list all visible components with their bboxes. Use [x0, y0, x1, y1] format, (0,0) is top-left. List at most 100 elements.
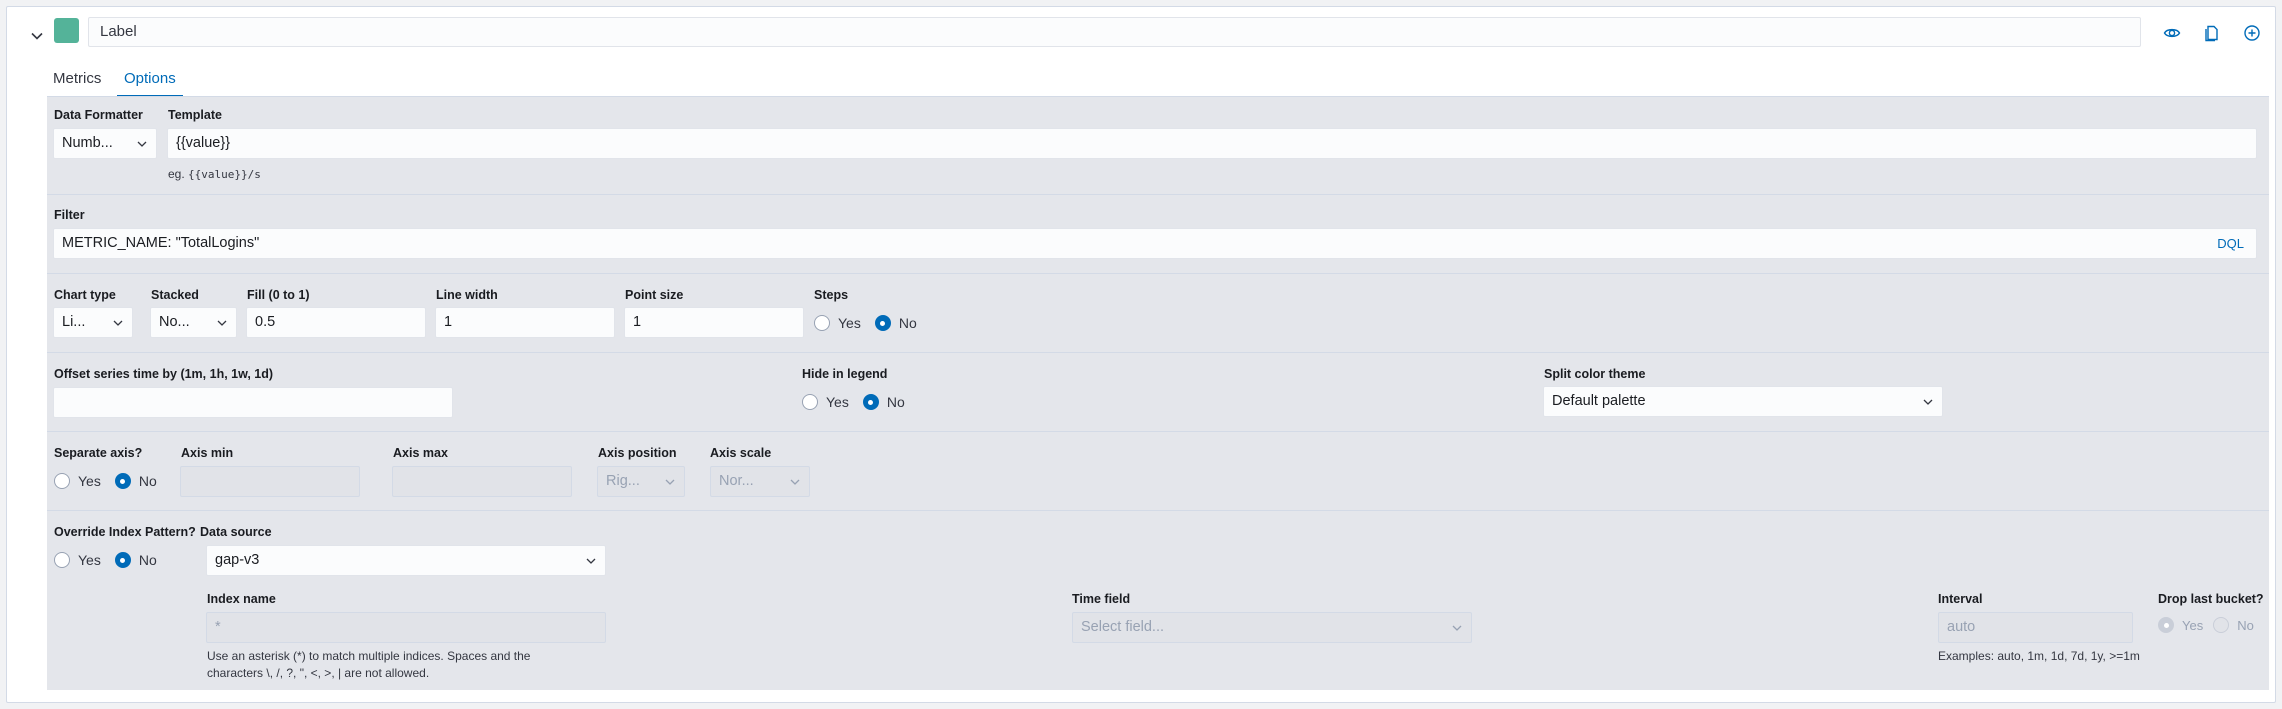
separate-axis-no-option[interactable]: No [114, 473, 157, 489]
collapse-toggle-button[interactable] [21, 20, 53, 52]
radio-button[interactable] [874, 315, 891, 331]
split-color-select[interactable]: Default palette [1543, 386, 1943, 417]
radio-button[interactable] [2158, 617, 2174, 633]
hide-legend-no-label: No [886, 394, 905, 410]
toggle-visibility-button[interactable] [2159, 20, 2185, 46]
interval-input[interactable]: auto [1938, 612, 2133, 643]
tab-metrics[interactable]: Metrics [53, 63, 101, 97]
series-panel: Label Metrics Options Data Formatter Num… [6, 6, 2276, 703]
chart-type-value: Li... [62, 314, 86, 330]
data-source-value: gap-v3 [215, 552, 260, 568]
hide-legend-yes-option[interactable]: Yes [802, 394, 849, 410]
hide-legend-yes-label: Yes [826, 394, 849, 410]
steps-yes-option[interactable]: Yes [814, 315, 861, 331]
axis-position-value: Rig... [606, 473, 640, 489]
radio-button[interactable] [802, 394, 818, 410]
axis-min-input[interactable] [180, 466, 360, 497]
radio-button[interactable] [54, 552, 70, 568]
section-divider [47, 273, 2269, 274]
axis-max-label: Axis max [393, 446, 448, 460]
steps-no-label: No [898, 315, 917, 331]
filter-query-input[interactable]: METRIC_NAME: "TotalLogins" DQL [53, 228, 2257, 259]
radio-button[interactable] [114, 473, 131, 489]
template-help-prefix: eg. [168, 167, 185, 181]
drop-last-bucket-no-option[interactable]: No [2213, 617, 2254, 633]
steps-no-option[interactable]: No [874, 315, 917, 331]
fill-input[interactable]: 0.5 [246, 307, 426, 338]
stacked-value: No... [159, 314, 190, 330]
options-content: Data Formatter Numb... Template {{value}… [47, 97, 2269, 690]
separate-axis-radio-group: Yes No [54, 471, 171, 491]
override-index-yes-label: Yes [78, 552, 101, 568]
axis-position-select[interactable]: Rig... [597, 466, 685, 497]
series-label-input[interactable]: Label [88, 17, 2141, 47]
data-formatter-value: Numb... [62, 135, 113, 151]
offset-label: Offset series time by (1m, 1h, 1w, 1d) [54, 367, 274, 381]
axis-max-input[interactable] [392, 466, 572, 497]
add-icon [2244, 25, 2260, 41]
interval-help: Examples: auto, 1m, 1d, 7d, 1y, >=1m [1938, 649, 2140, 663]
interval-label: Interval [1938, 592, 1983, 606]
fill-label: Fill (0 to 1) [247, 288, 310, 302]
hide-legend-label: Hide in legend [802, 367, 888, 381]
hide-legend-no-option[interactable]: No [862, 394, 905, 410]
add-series-button[interactable] [2239, 20, 2265, 46]
chevron-down-icon [1452, 625, 1462, 631]
axis-scale-select[interactable]: Nor... [710, 466, 810, 497]
point-size-input[interactable]: 1 [624, 307, 804, 338]
steps-label: Steps [814, 288, 849, 302]
chevron-down-icon [790, 479, 800, 485]
radio-button[interactable] [2213, 617, 2230, 633]
time-field-select[interactable]: Select field... [1072, 612, 1472, 643]
index-name-label: Index name [207, 592, 276, 606]
template-help: eg. {{value}}/s [168, 166, 261, 183]
line-width-input[interactable]: 1 [435, 307, 615, 338]
tab-options[interactable]: Options [117, 63, 183, 97]
data-formatter-select[interactable]: Numb... [53, 128, 157, 159]
template-input[interactable]: {{value}} [167, 128, 2257, 159]
axis-position-label: Axis position [598, 446, 677, 460]
eye-icon [2163, 28, 2181, 38]
index-name-help-line: characters \, /, ?, ", <, >, | are not a… [207, 666, 430, 680]
override-index-yes-option[interactable]: Yes [54, 552, 101, 568]
stacked-select[interactable]: No... [150, 307, 237, 338]
chevron-down-icon [586, 558, 596, 564]
stacked-label: Stacked [151, 288, 199, 302]
template-label: Template [168, 108, 222, 122]
drop-last-bucket-yes-option[interactable]: Yes [2158, 617, 2203, 633]
hide-legend-radio-group: Yes No [802, 392, 919, 412]
override-index-no-option[interactable]: No [114, 552, 157, 568]
clone-series-button[interactable] [2199, 20, 2225, 46]
radio-button[interactable] [54, 473, 70, 489]
chart-type-select[interactable]: Li... [53, 307, 133, 338]
separate-axis-yes-option[interactable]: Yes [54, 473, 101, 489]
offset-input[interactable] [53, 387, 453, 418]
series-color-swatch[interactable] [54, 18, 79, 43]
chart-type-label: Chart type [54, 288, 116, 302]
line-width-label: Line width [436, 288, 498, 302]
radio-button[interactable] [814, 315, 830, 331]
index-name-help-line: Use an asterisk (*) to match multiple in… [207, 649, 531, 663]
index-name-input[interactable]: * [206, 612, 606, 643]
radio-button[interactable] [114, 552, 131, 568]
section-divider [47, 431, 2269, 432]
separate-axis-yes-label: Yes [78, 473, 101, 489]
radio-button[interactable] [862, 394, 879, 410]
data-source-select[interactable]: gap-v3 [206, 545, 606, 576]
data-source-label: Data source [200, 525, 272, 539]
data-formatter-label: Data Formatter [54, 108, 143, 122]
chevron-down-icon [1923, 399, 1933, 405]
drop-last-bucket-radio-group: Yes No [2158, 615, 2254, 635]
time-field-placeholder: Select field... [1081, 619, 1165, 635]
split-color-value: Default palette [1552, 393, 1646, 409]
override-index-no-label: No [138, 552, 157, 568]
time-field-label: Time field [1072, 592, 1131, 606]
separate-axis-label: Separate axis? [54, 446, 143, 460]
filter-query-value: METRIC_NAME: "TotalLogins" [62, 235, 260, 251]
section-divider [47, 352, 2269, 353]
chevron-down-icon [665, 479, 675, 485]
section-divider [47, 510, 2269, 511]
steps-radio-group: Yes No [814, 313, 931, 333]
query-language-button[interactable]: DQL [2217, 229, 2244, 258]
index-name-help: Use an asterisk (*) to match multiple in… [207, 648, 530, 682]
